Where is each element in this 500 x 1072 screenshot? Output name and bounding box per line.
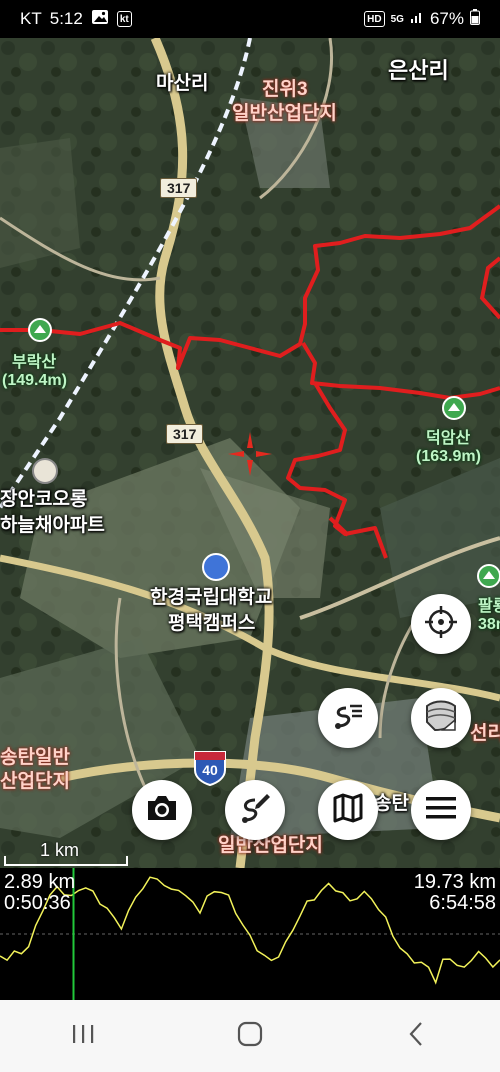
- scale-bar: [4, 856, 128, 866]
- start-distance: 2.89 km: [4, 871, 76, 893]
- battery-icon: [470, 8, 480, 30]
- satellite-map[interactable]: 마산리 진위3 일반산업단지 은산리 317 317 부락산 (149.4m) …: [0, 38, 500, 868]
- back-button[interactable]: [387, 1016, 447, 1056]
- hd-icon: HD: [364, 11, 385, 27]
- hamburger-menu-icon: [425, 795, 457, 826]
- place-label: 마산리: [156, 73, 209, 94]
- map-center-crosshair-icon: [226, 430, 274, 478]
- apartment-icon: [32, 458, 58, 484]
- place-label: 평택캠퍼스: [168, 613, 256, 634]
- status-bar: KT 5:12 kt HD 5G 67%: [0, 0, 500, 38]
- place-label: 장안코오롱: [0, 489, 88, 510]
- mountain-peak-icon[interactable]: [28, 318, 52, 342]
- locate-button[interactable]: [411, 594, 471, 654]
- 5g-icon: 5G: [390, 13, 404, 25]
- place-label: 송탄: [374, 793, 409, 814]
- place-label: 한경국립대학교: [150, 587, 273, 608]
- mountain-peak-icon[interactable]: [477, 564, 500, 588]
- home-button[interactable]: [220, 1016, 280, 1056]
- system-navigation-bar: [0, 1000, 500, 1072]
- camera-icon: [144, 793, 180, 828]
- map-layers-icon: [421, 696, 461, 741]
- highway-sign-40: 40: [193, 750, 227, 787]
- industrial-label: 선리: [470, 723, 500, 744]
- track-list-button[interactable]: [318, 688, 378, 748]
- road-sign-317: 317: [166, 424, 204, 444]
- draw-route-icon: [237, 790, 273, 831]
- map-button[interactable]: [318, 780, 378, 840]
- peak-elevation: 38m: [478, 616, 500, 633]
- clock: 5:12: [49, 9, 83, 28]
- industrial-label: 일반산업단지: [232, 103, 337, 124]
- elevation-profile[interactable]: 2.89 km 0:50:36 19.73 km 6:54:58: [0, 868, 500, 1000]
- back-icon: [407, 1021, 427, 1052]
- folded-map-icon: [330, 790, 366, 831]
- peak-name: 덕암산: [426, 430, 471, 447]
- route-list-icon: [330, 698, 366, 739]
- place-label: 은산리: [388, 58, 449, 83]
- battery-level: 67%: [429, 9, 464, 28]
- recents-icon: [70, 1023, 96, 1050]
- total-time: 6:54:58: [429, 892, 496, 914]
- industrial-label: 송탄일반: [0, 747, 70, 768]
- signal-icon: [410, 9, 424, 29]
- menu-button[interactable]: [411, 780, 471, 840]
- peak-name: 부락산: [12, 354, 57, 371]
- crosshair-target-icon: [423, 604, 459, 645]
- recents-button[interactable]: [53, 1016, 113, 1056]
- elevation-line: [0, 876, 500, 985]
- peak-name: 팔룡: [478, 598, 500, 615]
- gallery-icon: [91, 9, 109, 30]
- start-time: 0:50:36: [4, 892, 71, 914]
- kt-icon: kt: [116, 11, 132, 27]
- industrial-label: 산업단지: [0, 771, 70, 792]
- total-distance: 19.73 km: [413, 871, 496, 893]
- place-label: 하늘채아파트: [0, 515, 105, 536]
- carrier-label: KT: [20, 9, 42, 28]
- mountain-peak-icon[interactable]: [442, 396, 466, 420]
- university-icon: [202, 553, 230, 581]
- camera-button[interactable]: [132, 780, 192, 840]
- draw-route-button[interactable]: [225, 780, 285, 840]
- map-layers-button[interactable]: [411, 688, 471, 748]
- industrial-label: 진위3: [262, 79, 308, 100]
- peak-elevation: (149.4m): [2, 372, 67, 389]
- home-icon: [237, 1021, 263, 1052]
- road-sign-317: 317: [160, 178, 198, 198]
- peak-elevation: (163.9m): [416, 448, 481, 465]
